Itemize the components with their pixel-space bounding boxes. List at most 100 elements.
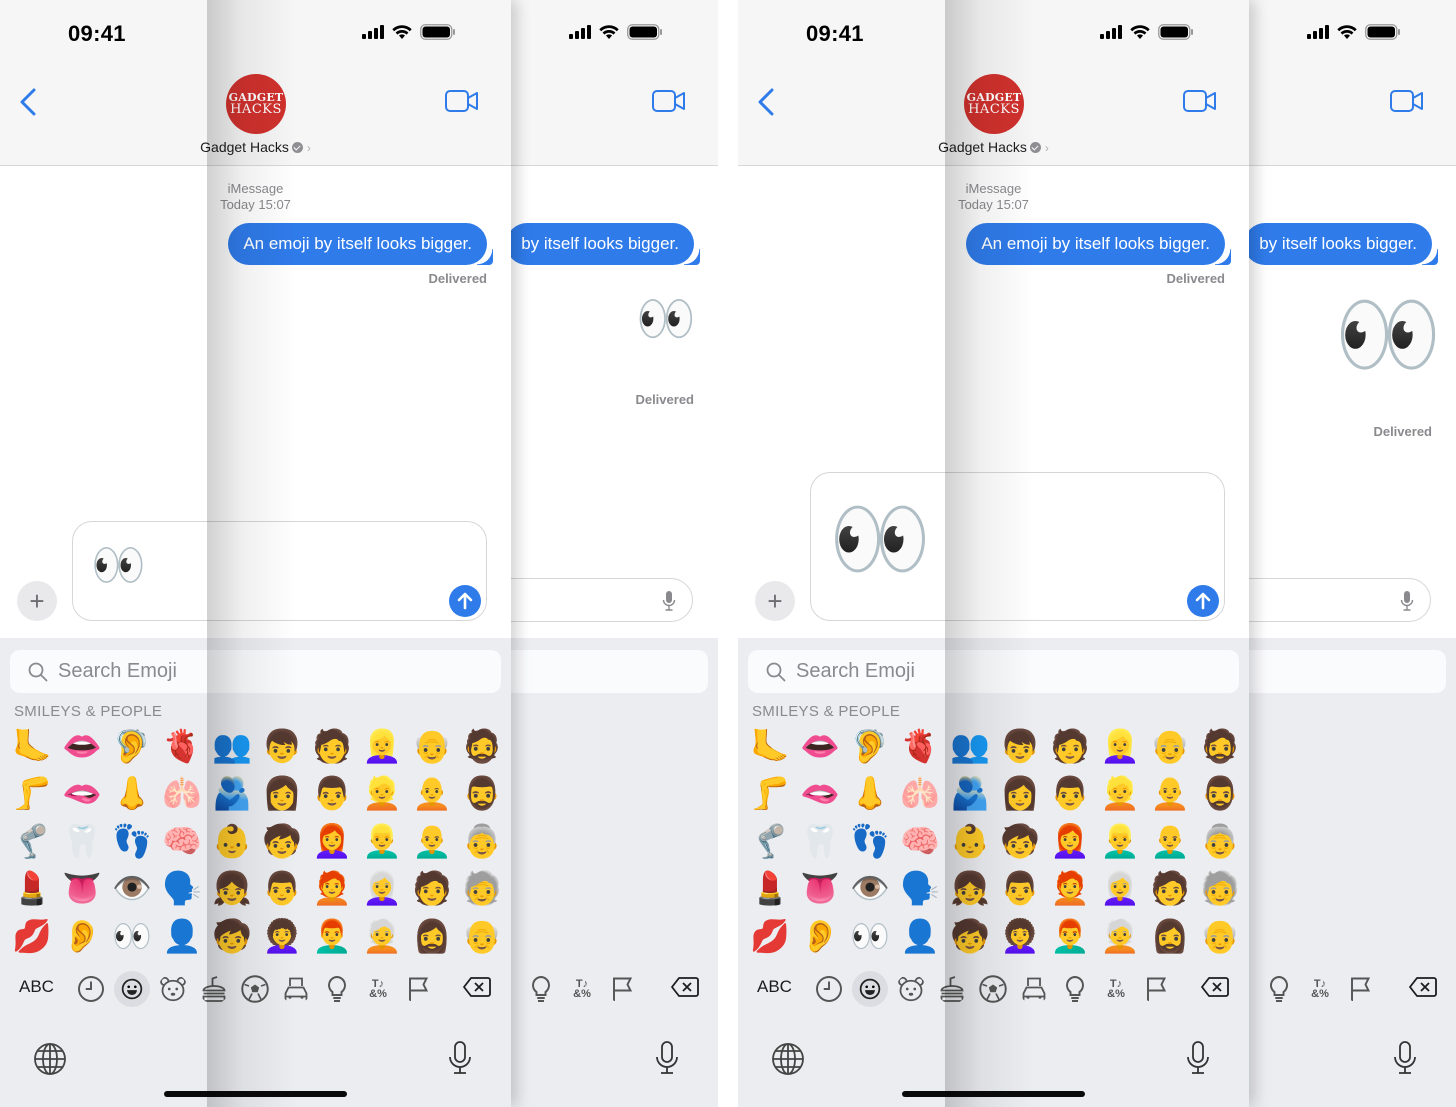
- backspace-icon[interactable]: [463, 976, 491, 998]
- message-input[interactable]: 👀: [810, 472, 1225, 621]
- dictation-mic-icon[interactable]: [1393, 1040, 1417, 1076]
- emoji-key[interactable]: 🦷: [795, 817, 845, 865]
- emoji-key[interactable]: 👶: [945, 817, 995, 865]
- emoji-key[interactable]: 👱: [357, 770, 407, 818]
- facetime-video-icon[interactable]: [445, 89, 479, 113]
- emoji-key[interactable]: 🧔‍♀️: [407, 912, 457, 960]
- emoji-key[interactable]: 👨‍🦰: [1045, 912, 1095, 960]
- symbols-icon[interactable]: T♪ &%: [567, 974, 597, 1004]
- emoji-key[interactable]: 👣: [845, 817, 895, 865]
- emoji-key[interactable]: 👂: [57, 912, 107, 960]
- symbols-icon[interactable]: T♪ &%: [1305, 974, 1335, 1004]
- emoji-key[interactable]: 🧔: [457, 722, 507, 770]
- emoji-key[interactable]: 🧓: [1195, 865, 1245, 913]
- emoji-key[interactable]: 👶: [207, 817, 257, 865]
- emoji-key[interactable]: 👥: [207, 722, 257, 770]
- emoji-key[interactable]: 👀: [845, 912, 895, 960]
- emoji-key[interactable]: 👴: [1195, 912, 1245, 960]
- emoji-key[interactable]: 👄: [795, 722, 845, 770]
- dictation-mic-icon[interactable]: [655, 1040, 679, 1076]
- emoji-key[interactable]: 👃: [845, 770, 895, 818]
- contact-avatar[interactable]: GADGET HACKS: [964, 74, 1024, 134]
- emoji-key[interactable]: 🦵: [7, 770, 57, 818]
- recent-icon[interactable]: [76, 974, 106, 1004]
- globe-icon[interactable]: [33, 1042, 67, 1076]
- recent-icon[interactable]: [814, 974, 844, 1004]
- activity-icon[interactable]: [240, 974, 270, 1004]
- emoji-key[interactable]: 🦷: [57, 817, 107, 865]
- emoji-key[interactable]: 👅: [57, 865, 107, 913]
- emoji-key[interactable]: 🦵: [745, 770, 795, 818]
- flags-icon[interactable]: [404, 974, 434, 1004]
- message-bubble[interactable]: An emoji by itself looks bigger.: [966, 223, 1231, 265]
- emoji-key[interactable]: 🧔‍♂️: [457, 770, 507, 818]
- emoji-key[interactable]: 🦻: [845, 722, 895, 770]
- emoji-key[interactable]: 👩‍🦰: [307, 817, 357, 865]
- emoji-key[interactable]: 👱: [1095, 770, 1145, 818]
- emoji-key[interactable]: 👱‍♂️: [357, 817, 407, 865]
- emoji-key[interactable]: 👵: [1195, 817, 1245, 865]
- symbols-icon[interactable]: T♪ &%: [1101, 974, 1131, 1004]
- emoji-key[interactable]: 👨: [1045, 770, 1095, 818]
- back-chevron-icon[interactable]: [754, 86, 780, 118]
- emoji-key[interactable]: 🧠: [895, 817, 945, 865]
- objects-icon[interactable]: [1060, 974, 1090, 1004]
- food-icon[interactable]: [937, 974, 967, 1004]
- emoji-key[interactable]: 👥: [945, 722, 995, 770]
- message-input[interactable]: 👀: [72, 521, 487, 621]
- emoji-key[interactable]: 👀: [107, 912, 157, 960]
- emoji-key[interactable]: 🧔‍♂️: [1195, 770, 1245, 818]
- emoji-key[interactable]: 👦: [257, 722, 307, 770]
- emoji-key[interactable]: 👅: [795, 865, 845, 913]
- emoji-key[interactable]: 🧑‍🦳: [357, 912, 407, 960]
- backspace-icon[interactable]: [671, 976, 699, 998]
- emoji-key[interactable]: 👨‍🦰: [307, 912, 357, 960]
- emoji-key[interactable]: 🧑‍🦲: [407, 770, 457, 818]
- objects-icon[interactable]: [1264, 974, 1294, 1004]
- emoji-key[interactable]: 💄: [745, 865, 795, 913]
- emoji-key[interactable]: 🧑‍🦰: [307, 865, 357, 913]
- emoji-key[interactable]: 🫦: [57, 770, 107, 818]
- emoji-key[interactable]: 👨: [307, 770, 357, 818]
- emoji-key[interactable]: 🧑: [1145, 865, 1195, 913]
- emoji-key[interactable]: 🫂: [945, 770, 995, 818]
- emoji-key[interactable]: 👴: [407, 722, 457, 770]
- emoji-key[interactable]: 💋: [7, 912, 57, 960]
- smileys-category-button[interactable]: [114, 971, 150, 1007]
- emoji-key[interactable]: 🦶: [7, 722, 57, 770]
- symbols-icon[interactable]: T♪ &%: [363, 974, 393, 1004]
- emoji-key[interactable]: 🧔‍♀️: [1145, 912, 1195, 960]
- apps-plus-button[interactable]: +: [17, 581, 57, 621]
- emoji-search-field[interactable]: Search Emoji: [10, 650, 501, 693]
- emoji-key[interactable]: 🫂: [207, 770, 257, 818]
- message-bubble[interactable]: by itself looks bigger.: [506, 223, 700, 265]
- abc-keyboard-button[interactable]: ABC: [757, 977, 792, 997]
- emoji-key[interactable]: 👧: [945, 865, 995, 913]
- contact-name[interactable]: Gadget Hacks ›: [0, 139, 511, 155]
- send-button[interactable]: [449, 585, 481, 617]
- animals-icon[interactable]: [896, 974, 926, 1004]
- emoji-key[interactable]: 💄: [7, 865, 57, 913]
- emoji-key[interactable]: 🧑: [307, 722, 357, 770]
- contact-avatar[interactable]: GADGET HACKS: [226, 74, 286, 134]
- emoji-key[interactable]: 👨‍🦲: [1145, 817, 1195, 865]
- emoji-key[interactable]: 👩‍🦳: [1095, 865, 1145, 913]
- emoji-key[interactable]: 🧒: [995, 817, 1045, 865]
- emoji-key[interactable]: 👤: [157, 912, 207, 960]
- emoji-key[interactable]: 👴: [457, 912, 507, 960]
- emoji-key[interactable]: 👩‍🦱: [995, 912, 1045, 960]
- emoji-key[interactable]: 🫁: [895, 770, 945, 818]
- apps-plus-button[interactable]: +: [755, 581, 795, 621]
- emoji-key[interactable]: 🦿: [745, 817, 795, 865]
- emoji-key[interactable]: 👁️: [107, 865, 157, 913]
- emoji-key[interactable]: 🫀: [157, 722, 207, 770]
- flags-icon[interactable]: [608, 974, 638, 1004]
- emoji-key[interactable]: 👣: [107, 817, 157, 865]
- emoji-key[interactable]: 👦: [995, 722, 1045, 770]
- emoji-key[interactable]: 👤: [895, 912, 945, 960]
- backspace-icon[interactable]: [1409, 976, 1437, 998]
- travel-icon[interactable]: [281, 974, 311, 1004]
- dictation-mic-icon[interactable]: [448, 1040, 472, 1076]
- emoji-key[interactable]: 👨‍🦲: [407, 817, 457, 865]
- emoji-key[interactable]: 🧑‍🦳: [1095, 912, 1145, 960]
